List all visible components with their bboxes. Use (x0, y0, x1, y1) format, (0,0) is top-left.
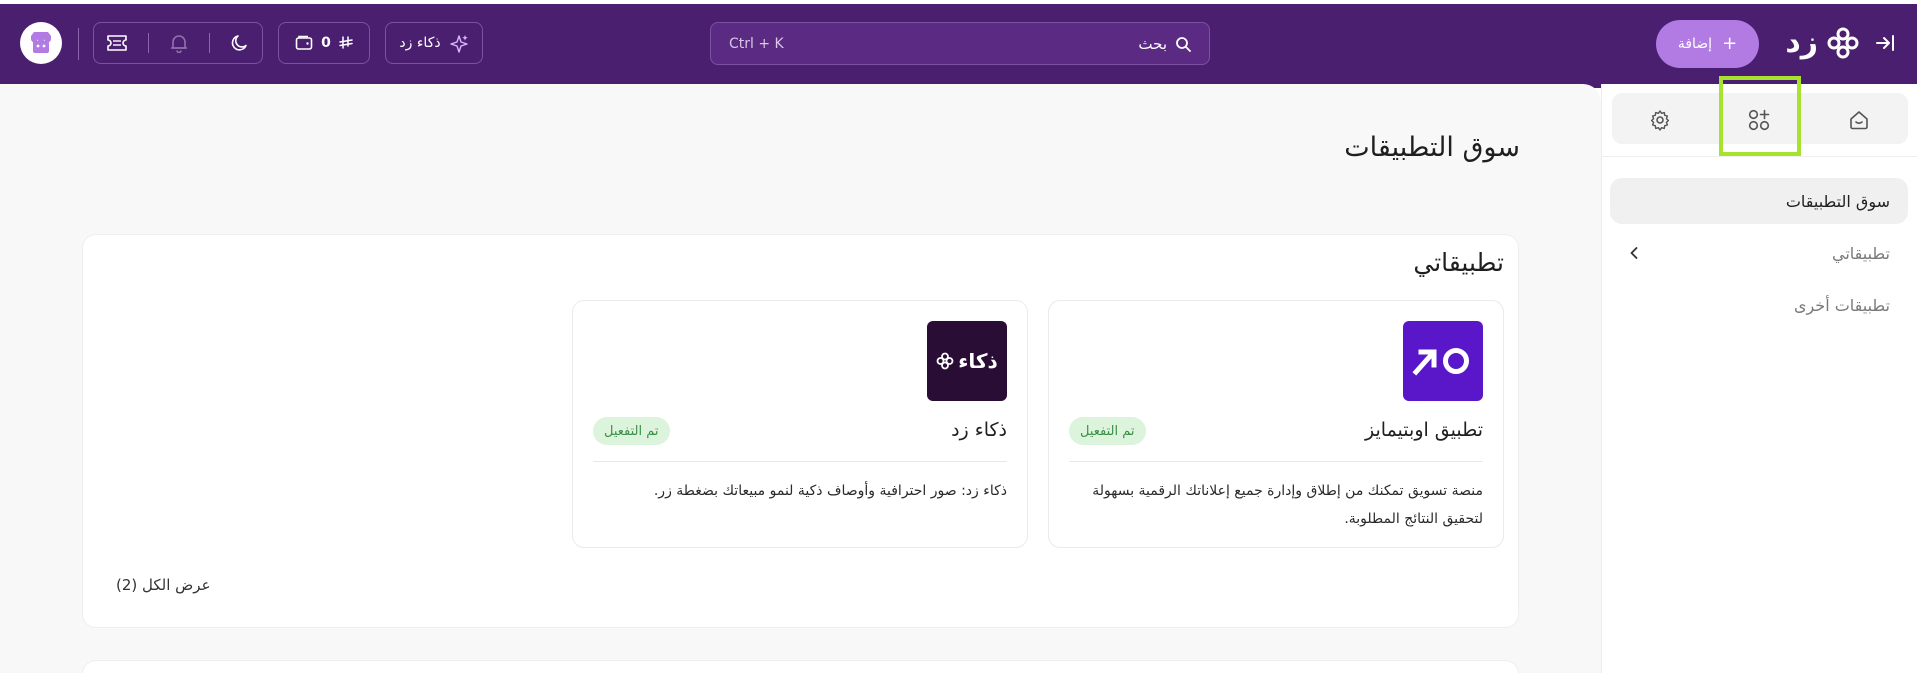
add-button[interactable]: + إضافة (1656, 20, 1759, 68)
status-badge: تم التفعيل (1069, 417, 1146, 445)
plus-icon: + (1722, 33, 1738, 54)
sidebar-item-label: سوق التطبيقات (1785, 191, 1890, 211)
notifications-button[interactable] (169, 33, 189, 53)
section-title: تطبيقاتي (1413, 248, 1504, 277)
home-icon (1850, 111, 1868, 130)
wallet-button[interactable]: 0 (278, 22, 370, 64)
brand-name: زد (1785, 25, 1818, 60)
collapse-sidebar-button[interactable] (1870, 30, 1900, 56)
sparkle-icon (449, 35, 468, 53)
app-description: ذكاء زد: صور احترافية وأوصاف ذكية لنمو م… (653, 483, 1007, 499)
sidebar-item-label: تطبيقاتي (1832, 243, 1890, 263)
sidebar (1601, 84, 1917, 673)
collapse-arrow-icon (1876, 35, 1894, 51)
search-icon (1176, 36, 1191, 52)
tab-apps[interactable] (1739, 100, 1779, 140)
sidebar-item-other-apps[interactable]: تطبيقات أخرى (1610, 282, 1908, 328)
app-name: تطبيق اوبتيمايز (1365, 419, 1483, 441)
riyal-symbol-icon (339, 36, 353, 49)
divider (593, 461, 1007, 462)
divider (209, 33, 210, 53)
bell-icon (170, 35, 188, 53)
add-button-label: إضافة (1677, 36, 1713, 52)
chevron-left-icon (1630, 247, 1638, 259)
app-card-zid-ai[interactable]: ذكاء ذكاء زد تم التفعيل ذكاء زد: صور احت… (572, 300, 1028, 548)
apps-add-icon (1748, 109, 1770, 131)
app-name: ذكاء زد (951, 419, 1007, 441)
divider (78, 28, 79, 60)
ticket-icon (107, 35, 127, 51)
zid-logo-icon (1827, 27, 1859, 59)
status-badge: تم التفعيل (593, 417, 670, 445)
avatar[interactable] (20, 22, 62, 64)
gear-icon (1650, 110, 1670, 131)
sidebar-item-my-apps[interactable]: تطبيقاتي (1610, 230, 1908, 276)
tab-settings[interactable] (1640, 100, 1680, 140)
ticket-button[interactable] (106, 34, 128, 52)
zid-ai-logo: ذكاء (927, 321, 1007, 401)
optimize-logo-icon (1412, 348, 1469, 376)
zid-ai-logo-text: ذكاء (958, 349, 998, 373)
divider (148, 33, 149, 53)
search-shortcut-hint: Ctrl + K (729, 35, 784, 52)
page-title: سوق التطبيقات (1344, 132, 1520, 163)
wallet-balance: 0 (321, 35, 331, 51)
tab-home[interactable] (1839, 100, 1879, 140)
app-description: منصة تسويق تمكنك من إطلاق وإدارة جميع إع… (1092, 483, 1483, 527)
divider (1601, 156, 1917, 157)
next-section-card (82, 660, 1519, 673)
topbar-actions-group (93, 22, 263, 64)
sidebar-item-label: تطبيقات أخرى (1793, 295, 1890, 315)
optimize-logo (1403, 321, 1483, 401)
search-input[interactable]: Ctrl + K بحث (710, 22, 1210, 65)
search-placeholder: بحث (1138, 34, 1167, 53)
moon-icon (231, 35, 247, 51)
ai-button[interactable]: ذكاء زد (385, 22, 483, 64)
dark-mode-toggle[interactable] (230, 33, 250, 53)
ai-button-label: ذكاء زد (399, 35, 441, 51)
sidebar-item-app-market[interactable]: سوق التطبيقات (1610, 178, 1908, 224)
app-card-optimize[interactable]: تطبيق اوبتيمايز تم التفعيل منصة تسويق تم… (1048, 300, 1504, 548)
divider (1069, 461, 1483, 462)
store-avatar-icon (31, 32, 51, 53)
wallet-icon (295, 35, 313, 50)
view-all-link[interactable]: عرض الكل (2) (116, 576, 211, 594)
brand-logo[interactable]: زد (1770, 24, 1860, 62)
zid-logo-icon (936, 352, 954, 370)
